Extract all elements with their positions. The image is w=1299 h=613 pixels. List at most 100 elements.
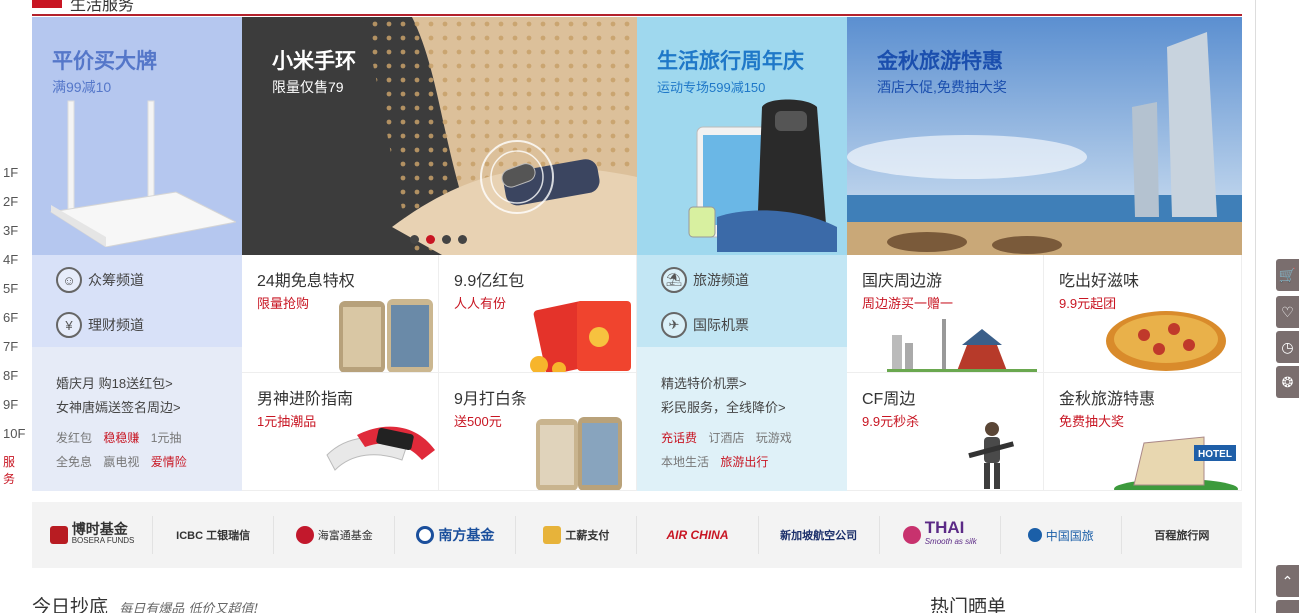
tile-title: 男神进阶指南 [257, 391, 354, 408]
tile-food[interactable]: 吃出好滋味 9.9元起团 [1044, 255, 1242, 373]
tag-link[interactable]: 全免息 [56, 455, 92, 469]
logo-text: 南方基金 [438, 527, 495, 543]
service-button[interactable]: ❂ [1276, 366, 1299, 398]
tile-whitebar[interactable]: 9月打白条 送500元 [439, 373, 637, 491]
bosera-logo-icon [49, 526, 68, 544]
carousel-dot[interactable] [410, 235, 419, 244]
logo-text: 百程旅行网 [1154, 530, 1210, 542]
tile-red-envelope[interactable]: 9.9亿红包 人人有份 [439, 255, 637, 373]
logo-text: 新加坡航空公司 [780, 530, 858, 542]
section-slogan: 每日有爆品 低价又超值! [119, 602, 259, 613]
tag-link[interactable]: 旅游出行 [720, 455, 768, 469]
promo-link[interactable]: 女神唐嫣送签名周边> [56, 397, 181, 416]
tag-link[interactable]: 订酒店 [708, 431, 744, 445]
logo-text: AIR CHINA [666, 528, 729, 542]
logo-bosera[interactable]: 博时基金 BOSERA FUNDS [32, 516, 154, 554]
tag-link[interactable]: 玩游戏 [756, 431, 792, 445]
quick-tags: 发红包 稳稳赚 1元抽 [56, 429, 189, 446]
tag-link[interactable]: 充话费 [661, 431, 697, 445]
tile-men-guide[interactable]: 男神进阶指南 1元抽潮品 [242, 373, 439, 491]
floor-nav-item[interactable]: 1F [0, 164, 26, 193]
channel-panel: ☺ 众筹频道 ¥ 理财频道 [32, 255, 242, 347]
floor-nav-item[interactable]: 7F [0, 338, 26, 367]
logo-text: THAI [924, 518, 965, 537]
channel-label: 理财频道 [88, 317, 144, 333]
logo-baicheng[interactable]: 百程旅行网 [1122, 516, 1242, 554]
favorites-button[interactable]: ♡ [1276, 296, 1299, 328]
history-button[interactable]: ◷ [1276, 331, 1299, 363]
banner-cheap-brands[interactable]: 平价买大牌 满99减10 [32, 17, 242, 255]
pizza-image [1106, 311, 1226, 371]
toolbar-extra-button[interactable] [1276, 600, 1299, 613]
heart-icon: ♡ [1281, 303, 1294, 320]
channel-label: 国际机票 [693, 317, 749, 333]
floor-nav-item[interactable]: 2F [0, 193, 26, 222]
logo-southern[interactable]: 南方基金 [395, 516, 517, 554]
tile-subtitle: 9.9元秒杀 [862, 414, 920, 429]
tile-autumn-deal[interactable]: 金秋旅游特惠 免费抽大奖 HOTEL [1044, 373, 1242, 491]
floor-nav-item[interactable]: 10F [0, 425, 26, 454]
floor-nav-item[interactable]: 3F [0, 222, 26, 251]
tile-title: 24期免息特权 [257, 273, 355, 290]
logo-singapore-air[interactable]: 新加坡航空公司 [759, 516, 880, 554]
tag-link[interactable]: 爱情险 [151, 455, 187, 469]
floor-nav-item[interactable]: 4F [0, 251, 26, 280]
tag-link[interactable]: 1元抽 [151, 431, 182, 445]
logo-hft[interactable]: 海富通基金 [274, 516, 396, 554]
logo-icbc[interactable]: ICBC 工银瑞信 [153, 516, 275, 554]
tile-installment[interactable]: 24期免息特权 限量抢购 [242, 255, 439, 373]
hft-logo-icon [295, 526, 314, 544]
hotel-image: HOTEL [1114, 436, 1238, 490]
logo-thai[interactable]: THAI Smooth as silk [880, 516, 1001, 554]
floor-nav-item[interactable]: 5F [0, 280, 26, 309]
thai-logo-icon [902, 526, 921, 544]
logo-text: 博时基金 [71, 521, 128, 537]
hot-reviews-heading: 热门晒单 [930, 597, 1007, 613]
channel-finance[interactable]: ¥ 理财频道 [56, 310, 144, 340]
promo-link[interactable]: 精选特价机票> [661, 373, 747, 392]
floor-nav-item[interactable]: 8F [0, 367, 26, 396]
tag-link[interactable]: 本地生活 [661, 455, 709, 469]
tile-title: CF周边 [862, 391, 916, 408]
section-marker [32, 0, 62, 8]
hotel-sign-text: HOTEL [1198, 449, 1232, 460]
back-to-top-button[interactable]: ⌃ [1276, 565, 1299, 597]
channel-travel[interactable]: ⛱ 旅游频道 [661, 265, 749, 295]
divider [1255, 0, 1256, 613]
promo-link[interactable]: 婚庆月 购18送红包> [56, 373, 173, 392]
banner-xiaomi-band[interactable]: 小米手环 限量仅售79 [242, 17, 637, 255]
tile-title: 金秋旅游特惠 [1059, 391, 1156, 408]
carousel-dot-active[interactable] [426, 235, 435, 244]
logo-cits[interactable]: 中国国旅 [1001, 516, 1122, 554]
tag-link[interactable]: 发红包 [56, 431, 92, 445]
sport-band-image [326, 426, 435, 471]
banner-title: 生活旅行周年庆 [657, 50, 804, 73]
channel-crowdfunding[interactable]: ☺ 众筹频道 [56, 265, 144, 295]
cart-button[interactable]: 🛒 [1276, 259, 1299, 291]
promo-link[interactable]: 彩民服务，全线降价> [661, 397, 786, 416]
channel-flights[interactable]: ✈ 国际机票 [661, 310, 749, 340]
carousel-dot[interactable] [458, 235, 467, 244]
quick-tags: 全免息 嬴电视 爱情险 [56, 453, 195, 470]
tag-link[interactable]: 嬴电视 [103, 455, 139, 469]
floor-nav-item-active[interactable]: 服务 [0, 454, 26, 486]
section-title: 生活服务 [70, 0, 135, 14]
partner-logos: 博时基金 BOSERA FUNDS ICBC 工银瑞信 海富通基金 南方基金 工… [32, 502, 1242, 568]
cits-logo-icon [1027, 528, 1042, 542]
tile-subtitle: 周边游买一赠一 [862, 296, 954, 311]
banner-autumn-travel[interactable]: 金秋旅游特惠 酒店大促,免费抽大奖 [847, 17, 1242, 255]
gongxin-logo-icon [543, 526, 562, 544]
banner-life-travel[interactable]: 生活旅行周年庆 运动专场599减150 [637, 17, 847, 255]
logo-airchina[interactable]: AIR CHINA [637, 516, 759, 554]
tile-national-day[interactable]: 国庆周边游 周边游买一赠一 [847, 255, 1044, 373]
logo-gongxin[interactable]: 工薪支付 [516, 516, 638, 554]
logo-text: 海富通基金 [317, 530, 373, 542]
floor-nav-item[interactable]: 6F [0, 309, 26, 338]
tile-cf[interactable]: CF周边 9.9元秒杀 [847, 373, 1044, 491]
banner-subtitle: 酒店大促,免费抽大奖 [877, 79, 1007, 95]
carousel-dot[interactable] [442, 235, 451, 244]
channel-label: 众筹频道 [88, 272, 144, 288]
banner-subtitle: 满99减10 [52, 79, 112, 95]
floor-nav-item[interactable]: 9F [0, 396, 26, 425]
tag-link[interactable]: 稳稳赚 [103, 431, 139, 445]
